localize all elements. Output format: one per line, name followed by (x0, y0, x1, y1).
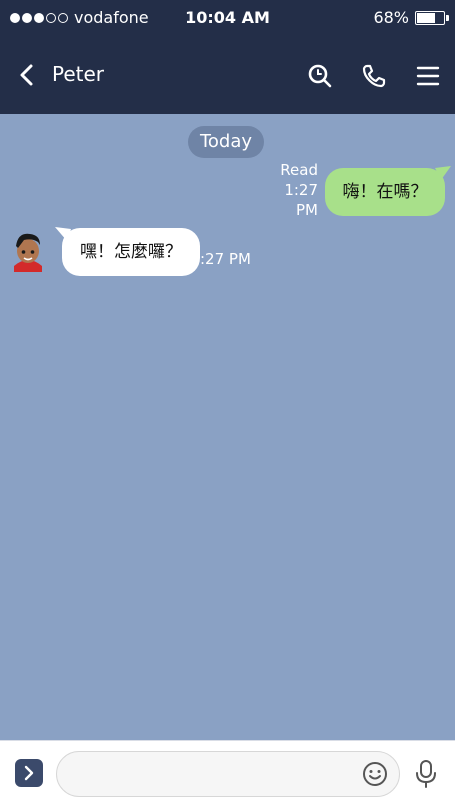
outgoing-message-bubble[interactable]: 嗨！在嗎？ (325, 168, 445, 216)
menu-icon[interactable] (415, 63, 441, 89)
read-receipt: Read 1:27 PM (258, 160, 318, 220)
message-time-line1: 1:27 (284, 181, 318, 199)
expand-button[interactable] (15, 759, 43, 787)
emoji-icon[interactable] (362, 761, 388, 787)
search-icon[interactable] (307, 63, 333, 89)
incoming-message-bubble[interactable]: 嘿！怎麼囉？ (62, 228, 200, 276)
read-label: Read (280, 161, 318, 179)
chat-area[interactable]: Today Read 1:27 PM 嗨！在嗎？ 嘿！怎麼囉？ :27 PM (0, 114, 455, 740)
message-input[interactable] (56, 751, 400, 797)
chevron-left-icon[interactable] (14, 62, 40, 88)
date-separator: Today (188, 126, 264, 158)
status-bar: vodafone 10:04 AM 68% (0, 0, 455, 36)
contact-name[interactable]: Peter (52, 62, 104, 86)
message-time: :27 PM (200, 250, 251, 268)
chevron-right-icon (24, 765, 34, 781)
message-time-line2: PM (296, 201, 318, 219)
phone-icon[interactable] (361, 63, 387, 89)
battery-indicator: 68% (373, 8, 449, 27)
battery-percent: 68% (373, 8, 409, 27)
battery-icon (415, 10, 449, 25)
chat-header: Peter (0, 36, 455, 114)
microphone-icon[interactable] (414, 759, 438, 789)
avatar[interactable] (12, 230, 44, 272)
composer-bar (0, 740, 455, 802)
